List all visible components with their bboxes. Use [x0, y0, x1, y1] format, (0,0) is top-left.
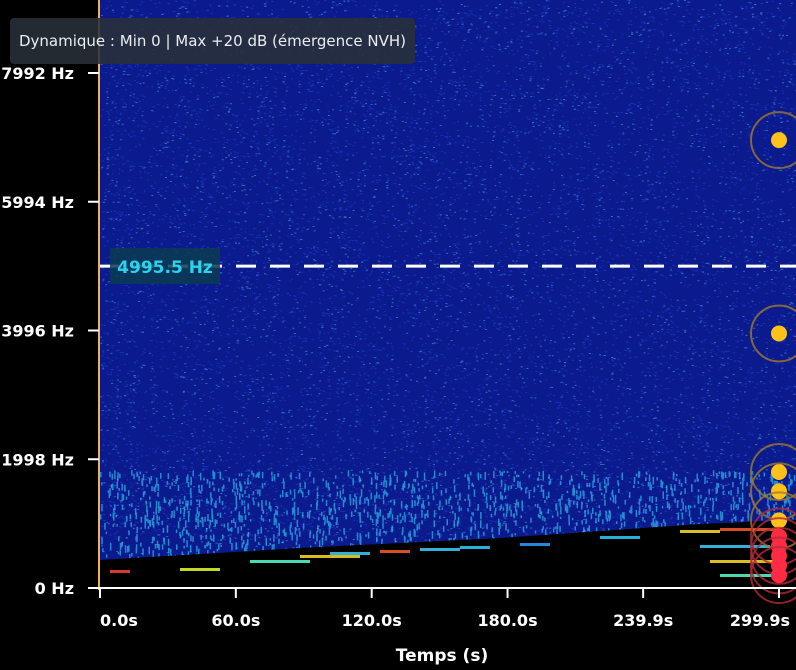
spectrogram-chart: 4995.5 Hz 0 Hz 1998 Hz 3996 Hz 5994 Hz 7992 … — [1, 0, 796, 666]
y-tick-label: 1998 Hz — [1, 450, 74, 469]
x-tick-label: 239.9s — [613, 611, 673, 630]
harmonic-streak — [330, 552, 370, 555]
harmonic-streak — [680, 530, 720, 533]
peak-marker — [771, 512, 787, 529]
harmonic-streak — [250, 560, 310, 563]
dynamic-range-info: Dynamique : Min 0 | Max +20 dB (émergenc… — [10, 18, 415, 64]
harmonic-streak — [300, 555, 360, 558]
y-tick-label: 3996 Hz — [1, 322, 74, 341]
harmonic-streak — [600, 536, 640, 539]
x-tick-label: 0.0s — [100, 611, 138, 630]
y-tick-label: 5994 Hz — [1, 193, 74, 212]
harmonic-streak — [460, 546, 490, 549]
peak-marker — [771, 132, 787, 149]
spectrogram-background — [100, 0, 796, 588]
x-tick-label: 120.0s — [342, 611, 402, 630]
harmonic-streak — [110, 570, 130, 573]
x-tick-label: 60.0s — [211, 611, 260, 630]
harmonic-streak — [180, 568, 220, 571]
harmonic-streak — [720, 574, 780, 577]
cursor-frequency-label: 4995.5 Hz — [117, 258, 213, 278]
y-tick-label: 0 Hz — [35, 579, 74, 598]
peak-marker — [771, 325, 787, 342]
harmonic-streak — [520, 543, 550, 546]
x-axis-label: Temps (s) — [396, 646, 488, 666]
harmonic-streak — [380, 550, 410, 553]
harmonic-streak — [420, 548, 460, 551]
x-tick-label: 299.9s — [730, 611, 790, 630]
peak-marker — [771, 464, 787, 481]
y-tick-label: 7992 Hz — [1, 64, 74, 83]
x-tick-label: 180.0s — [477, 611, 537, 630]
peak-marker — [771, 567, 787, 584]
